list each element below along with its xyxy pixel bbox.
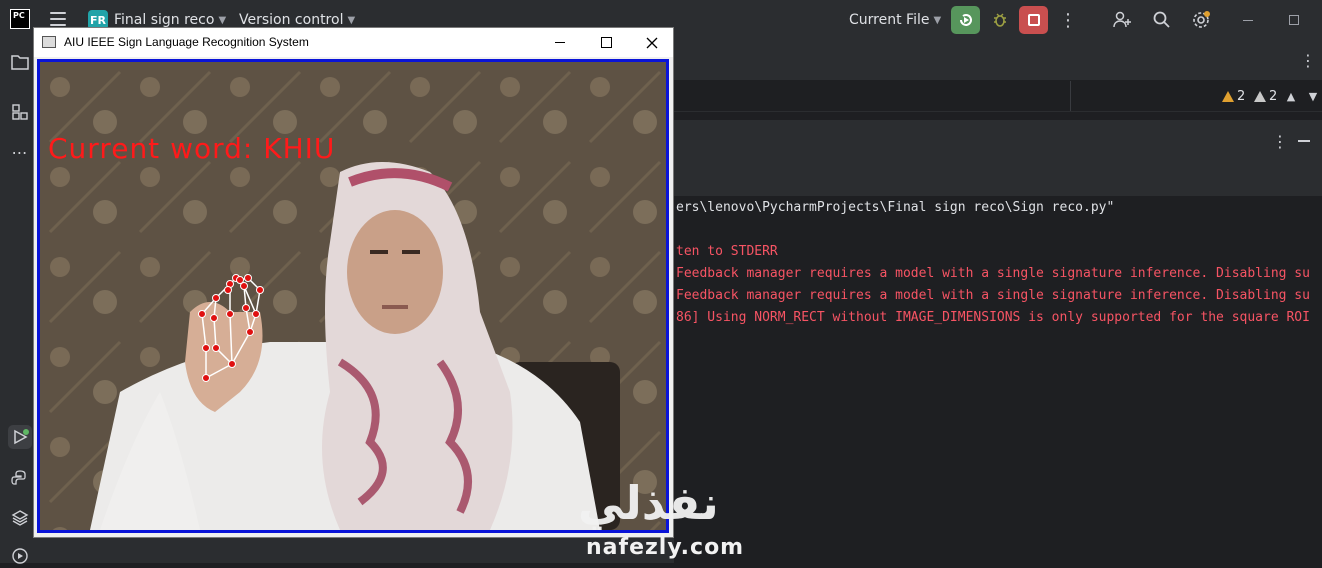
webcam-frame: Current word: KHIU [37, 59, 669, 533]
project-name: Final sign reco [114, 12, 215, 28]
console-line: ten to STDERR [676, 244, 778, 259]
add-user-icon[interactable] [1110, 8, 1134, 32]
hide-panel-icon[interactable] [1296, 130, 1312, 152]
warning-count: 2 [1237, 88, 1246, 104]
run-panel-toolbar [674, 162, 1322, 197]
run-config-label: Current File [849, 12, 930, 28]
window-maximize-button[interactable] [583, 28, 629, 57]
search-icon[interactable] [1150, 8, 1174, 32]
more-icon[interactable]: ⋯ [8, 140, 32, 164]
python-console-icon[interactable] [8, 466, 32, 490]
chevron-up-icon[interactable]: ▲ [1284, 86, 1298, 106]
watermark-arabic: نفذلي [578, 476, 719, 530]
window-close-button[interactable] [629, 28, 675, 57]
chevron-down-icon: ▼ [933, 14, 942, 26]
folder-icon[interactable] [8, 50, 32, 74]
run-console[interactable]: ers\lenovo\PycharmProjects\Final sign re… [674, 196, 1322, 563]
run-tool-icon[interactable] [8, 425, 32, 449]
window-minimize-button[interactable] [537, 28, 583, 57]
rerun-icon [959, 14, 972, 26]
run-panel-more-icon[interactable]: ⋮ [1272, 130, 1288, 152]
watermark-latin: nafezly.com [586, 535, 745, 560]
main-menu-icon[interactable] [50, 12, 66, 26]
recognized-word-overlay: Current word: KHIU [48, 132, 336, 165]
pycharm-logo: PC [10, 9, 30, 29]
editor-more-icon[interactable]: ⋮ [1300, 50, 1316, 70]
window-app-icon [42, 36, 56, 48]
editor-divider [1070, 81, 1071, 111]
chevron-down-icon: ▼ [347, 14, 356, 26]
run-config-selector[interactable]: Current File ▼ [849, 0, 941, 40]
rerun-button[interactable] [951, 6, 980, 34]
bottom-strip [40, 537, 674, 563]
stop-button[interactable] [1019, 6, 1048, 34]
debug-icon[interactable] [988, 8, 1012, 32]
opencv-window[interactable]: AIU IEEE Sign Language Recognition Syste… [33, 27, 674, 538]
editor-tab-bar: ⋮ [674, 40, 1322, 81]
warning-count: 2 [1269, 88, 1278, 104]
settings-icon[interactable] [1189, 8, 1213, 32]
run-panel-header: ⋮ [674, 120, 1322, 162]
opencv-title-bar[interactable]: AIU IEEE Sign Language Recognition Syste… [34, 28, 673, 57]
warnings-indicator[interactable]: 2 [1222, 81, 1245, 111]
warning-icon [1254, 90, 1266, 102]
console-line: Feedback manager requires a model with a… [676, 288, 1310, 303]
weak-warnings-indicator[interactable]: 2 [1254, 81, 1277, 111]
more-actions-icon[interactable]: ⋮ [1058, 8, 1078, 32]
chevron-down-icon: ▼ [218, 14, 227, 26]
minimize-icon[interactable] [1236, 8, 1260, 32]
vcs-label: Version control [239, 12, 344, 28]
structure-icon[interactable] [8, 100, 32, 124]
console-line: ers\lenovo\PycharmProjects\Final sign re… [676, 200, 1115, 215]
chevron-down-icon[interactable]: ▼ [1306, 86, 1320, 106]
stop-icon [1027, 14, 1040, 26]
window-title: AIU IEEE Sign Language Recognition Syste… [64, 35, 309, 49]
console-line: Feedback manager requires a model with a… [676, 266, 1310, 281]
restore-icon[interactable] [1282, 8, 1306, 32]
console-line: 86] Using NORM_RECT without IMAGE_DIMENS… [676, 310, 1310, 325]
services-icon[interactable] [8, 544, 32, 568]
warning-icon [1222, 90, 1234, 102]
layers-icon[interactable] [8, 506, 32, 530]
